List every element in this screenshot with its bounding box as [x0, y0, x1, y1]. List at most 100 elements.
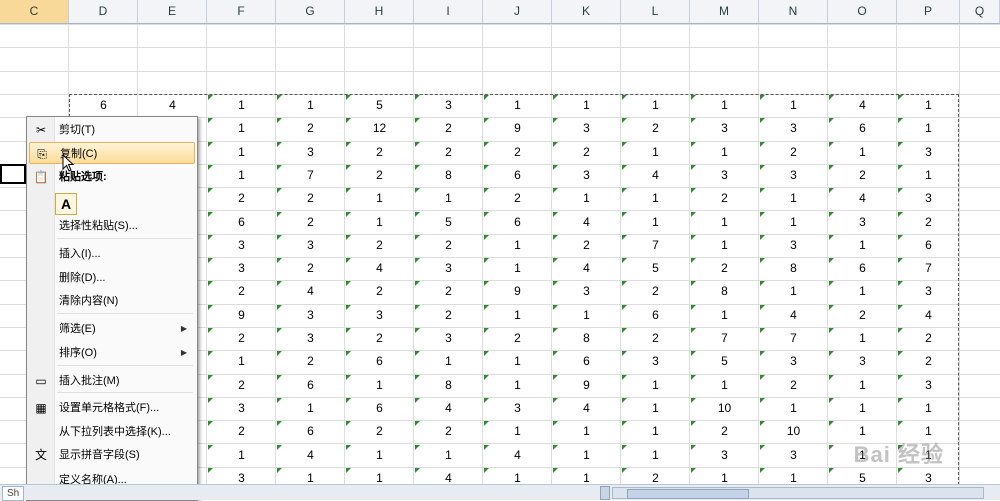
table-cell[interactable]: 1 [621, 420, 690, 443]
table-cell[interactable]: 3 [759, 234, 828, 257]
table-cell[interactable]: 5 [828, 467, 897, 484]
table-cell[interactable]: 6 [621, 304, 690, 327]
table-cell[interactable]: 6 [828, 257, 897, 280]
table-cell[interactable]: 2 [621, 280, 690, 303]
table-cell[interactable]: 3 [414, 94, 483, 117]
column-header-j[interactable]: J [483, 0, 552, 23]
table-cell[interactable]: 6 [552, 350, 621, 373]
scrollbar-thumb[interactable] [627, 489, 749, 499]
table-cell[interactable]: 6 [828, 117, 897, 140]
table-cell[interactable]: 3 [897, 141, 960, 164]
table-cell[interactable]: 1 [621, 397, 690, 420]
table-cell[interactable]: 1 [345, 467, 414, 484]
table-cell[interactable]: 1 [759, 280, 828, 303]
table-cell[interactable]: 1 [483, 234, 552, 257]
table-cell[interactable]: 1 [276, 467, 345, 484]
table-cell[interactable]: 2 [552, 234, 621, 257]
table-cell[interactable]: 1 [828, 234, 897, 257]
table-cell[interactable]: 3 [345, 304, 414, 327]
table-cell[interactable]: 1 [552, 444, 621, 467]
table-cell[interactable]: 3 [690, 444, 759, 467]
table-cell[interactable]: 2 [690, 187, 759, 210]
menu-item-6[interactable]: 清除内容(N) [29, 290, 195, 312]
column-header-n[interactable]: N [759, 0, 828, 23]
table-cell[interactable]: 10 [759, 420, 828, 443]
table-cell[interactable]: 1 [828, 374, 897, 397]
table-cell[interactable]: 1 [690, 234, 759, 257]
table-cell[interactable]: 3 [897, 187, 960, 210]
table-cell[interactable]: 2 [552, 141, 621, 164]
table-cell[interactable]: 2 [690, 420, 759, 443]
table-cell[interactable]: 2 [414, 280, 483, 303]
menu-item-11[interactable]: 从下拉列表中选择(K)... [29, 421, 195, 443]
column-header-c[interactable]: C [0, 0, 69, 23]
table-cell[interactable]: 3 [759, 444, 828, 467]
table-cell[interactable]: 2 [345, 234, 414, 257]
table-cell[interactable]: 12 [345, 117, 414, 140]
table-cell[interactable]: 6 [207, 211, 276, 234]
table-cell[interactable]: 2 [207, 374, 276, 397]
table-cell[interactable]: 1 [828, 141, 897, 164]
table-cell[interactable]: 4 [621, 164, 690, 187]
table-cell[interactable]: 2 [621, 467, 690, 484]
table-cell[interactable]: 5 [345, 94, 414, 117]
table-cell[interactable]: 2 [207, 280, 276, 303]
table-cell[interactable]: 1 [897, 117, 960, 140]
table-cell[interactable]: 6 [276, 374, 345, 397]
table-cell[interactable]: 1 [207, 444, 276, 467]
column-header-m[interactable]: M [690, 0, 759, 23]
menu-item-2[interactable]: 📋 粘贴选项: [29, 166, 195, 188]
table-cell[interactable]: 1 [483, 304, 552, 327]
table-cell[interactable]: 6 [483, 164, 552, 187]
table-cell[interactable]: 1 [414, 444, 483, 467]
table-cell[interactable]: 3 [483, 397, 552, 420]
table-cell[interactable]: 1 [483, 374, 552, 397]
table-cell[interactable]: 1 [207, 350, 276, 373]
table-cell[interactable]: 2 [897, 211, 960, 234]
table-cell[interactable]: 3 [552, 117, 621, 140]
table-cell[interactable]: 1 [552, 94, 621, 117]
table-cell[interactable]: 4 [138, 94, 207, 117]
menu-item-9[interactable]: ▭ 插入批注(M) [29, 370, 195, 392]
column-header-l[interactable]: L [621, 0, 690, 23]
table-cell[interactable]: 7 [276, 164, 345, 187]
table-cell[interactable]: 2 [759, 374, 828, 397]
column-header-f[interactable]: F [207, 0, 276, 23]
table-cell[interactable]: 2 [414, 117, 483, 140]
paste-values-option-button[interactable]: A [55, 193, 77, 215]
table-cell[interactable]: 7 [690, 327, 759, 350]
table-cell[interactable]: 4 [759, 304, 828, 327]
column-header-g[interactable]: G [276, 0, 345, 23]
table-cell[interactable]: 3 [207, 257, 276, 280]
table-cell[interactable]: 1 [897, 397, 960, 420]
table-cell[interactable]: 3 [828, 350, 897, 373]
table-cell[interactable]: 1 [414, 350, 483, 373]
table-cell[interactable]: 3 [690, 164, 759, 187]
table-cell[interactable]: 8 [414, 374, 483, 397]
table-cell[interactable]: 3 [552, 280, 621, 303]
table-cell[interactable]: 2 [759, 141, 828, 164]
table-cell[interactable]: 4 [552, 257, 621, 280]
scroll-split-handle[interactable] [600, 486, 610, 500]
table-cell[interactable]: 5 [621, 257, 690, 280]
table-cell[interactable]: 3 [276, 234, 345, 257]
table-cell[interactable]: 1 [690, 374, 759, 397]
menu-item-1[interactable]: ⎘ 复制(C) [29, 142, 195, 164]
table-cell[interactable]: 2 [345, 164, 414, 187]
menu-item-7[interactable]: 筛选(E) ▶ [29, 318, 195, 340]
table-cell[interactable]: 2 [276, 211, 345, 234]
table-cell[interactable]: 1 [897, 164, 960, 187]
column-header-k[interactable]: K [552, 0, 621, 23]
table-cell[interactable]: 1 [759, 187, 828, 210]
table-cell[interactable]: 1 [759, 397, 828, 420]
table-cell[interactable]: 2 [414, 234, 483, 257]
table-cell[interactable]: 3 [276, 327, 345, 350]
table-cell[interactable]: 2 [414, 141, 483, 164]
table-cell[interactable]: 3 [690, 117, 759, 140]
menu-item-12[interactable]: 文显示拼音字段(S) [29, 444, 195, 466]
table-cell[interactable]: 3 [759, 164, 828, 187]
table-cell[interactable]: 3 [207, 397, 276, 420]
table-cell[interactable]: 2 [276, 257, 345, 280]
table-cell[interactable]: 2 [621, 327, 690, 350]
table-cell[interactable]: 1 [828, 327, 897, 350]
